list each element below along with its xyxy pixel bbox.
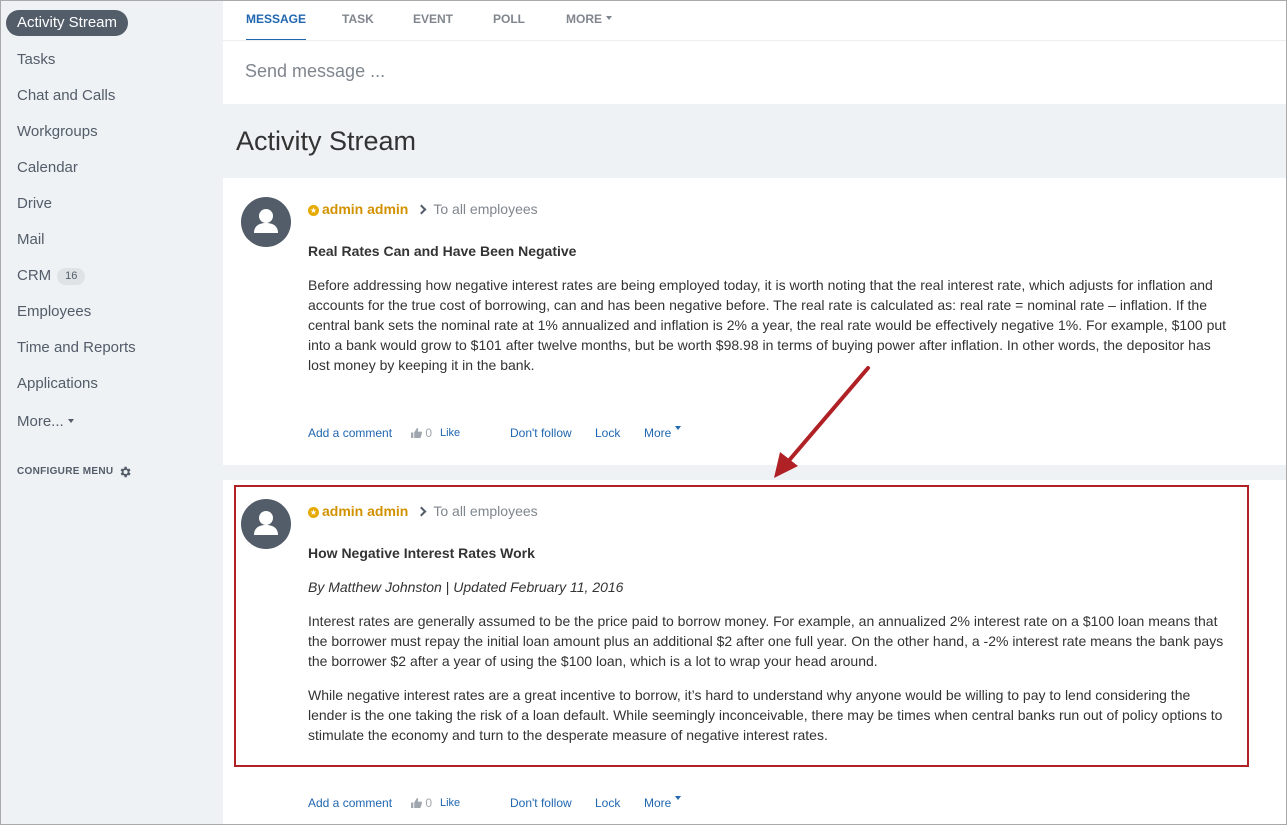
- admin-icon: ★: [308, 205, 319, 216]
- post-paragraph: Before addressing how negative interest …: [308, 277, 1227, 373]
- message-composer: MESSAGE TASK EVENT POLL MORE Send messag…: [223, 1, 1286, 103]
- user-icon: [254, 209, 278, 233]
- post-title: Real Rates Can and Have Been Negative: [308, 243, 577, 259]
- post-author-line: ★ admin admin To all employees: [308, 201, 538, 217]
- post-title: How Negative Interest Rates Work: [308, 545, 535, 561]
- tab-message[interactable]: MESSAGE: [246, 1, 307, 40]
- page-title: Activity Stream: [236, 126, 417, 156]
- sidebar-item-label: CRM: [17, 267, 52, 284]
- like-count: 0: [411, 426, 432, 440]
- chevron-right-icon: [416, 506, 427, 517]
- sidebar-item-mail[interactable]: Mail: [17, 226, 45, 254]
- chevron-down-icon: [675, 796, 682, 800]
- like-button[interactable]: Like: [440, 427, 460, 439]
- lock-link[interactable]: Lock: [595, 796, 620, 810]
- page-header: Activity Stream: [223, 104, 1286, 178]
- sidebar-item-applications[interactable]: Applications: [17, 370, 98, 398]
- counter-badge: 16: [57, 268, 86, 285]
- divider: [223, 40, 1286, 41]
- more-actions-link[interactable]: More: [644, 796, 682, 810]
- feed-post: ★ admin admin To all employees How Negativ…: [223, 480, 1286, 824]
- dont-follow-link[interactable]: Don't follow: [510, 426, 572, 440]
- avatar[interactable]: [241, 197, 291, 247]
- tab-task[interactable]: TASK: [342, 1, 374, 40]
- like-count-value: 0: [425, 796, 433, 810]
- sidebar-item-employees[interactable]: Employees: [17, 298, 91, 326]
- tab-event[interactable]: EVENT: [413, 1, 453, 40]
- byline-separator: |: [441, 579, 454, 595]
- tab-more[interactable]: MORE: [566, 1, 612, 40]
- user-icon: [254, 511, 278, 535]
- divider: [223, 465, 1286, 480]
- send-message-input[interactable]: Send message ...: [245, 61, 385, 82]
- sidebar-item-activity-stream[interactable]: Activity Stream: [6, 10, 129, 36]
- sidebar: Activity Stream Tasks Chat and Calls Wor…: [1, 1, 223, 824]
- chevron-down-icon: [675, 426, 682, 430]
- admin-icon: ★: [308, 507, 319, 518]
- feed-post: ★ admin admin To all employees Real Rates …: [223, 178, 1286, 465]
- tab-poll[interactable]: POLL: [493, 1, 525, 40]
- sidebar-item-tasks[interactable]: Tasks: [17, 46, 55, 74]
- like-count-value: 0: [425, 426, 433, 440]
- author-link[interactable]: admin admin: [322, 201, 408, 217]
- sidebar-item-label: More...: [17, 413, 64, 430]
- tab-label: MORE: [566, 12, 602, 26]
- post-destination: To all employees: [433, 503, 538, 519]
- byline-author: By Matthew Johnston: [308, 579, 442, 595]
- add-comment-link[interactable]: Add a comment: [308, 426, 392, 440]
- sidebar-item-workgroups[interactable]: Workgroups: [17, 118, 98, 146]
- chevron-down-icon: [606, 16, 612, 20]
- post-byline: By Matthew Johnston | Updated February 1…: [308, 579, 623, 595]
- author-link[interactable]: admin admin: [322, 503, 408, 519]
- post-paragraph: While negative interest rates are a grea…: [308, 687, 1223, 743]
- sidebar-item-time-and-reports[interactable]: Time and Reports: [17, 334, 136, 362]
- thumbs-up-icon: [411, 798, 422, 808]
- sidebar-item-chat-and-calls[interactable]: Chat and Calls: [17, 82, 115, 110]
- byline-date: Updated February 11, 2016: [453, 579, 624, 595]
- chevron-right-icon: [416, 204, 427, 215]
- sidebar-item-calendar[interactable]: Calendar: [17, 154, 78, 182]
- like-count: 0: [411, 796, 432, 810]
- chevron-down-icon: [67, 419, 74, 423]
- gear-icon[interactable]: [118, 465, 132, 479]
- sidebar-item-more[interactable]: More...: [17, 408, 74, 436]
- dont-follow-link[interactable]: Don't follow: [510, 796, 572, 810]
- more-label: More: [644, 796, 672, 810]
- more-label: More: [644, 426, 672, 440]
- add-comment-link[interactable]: Add a comment: [308, 796, 392, 810]
- sidebar-item-drive[interactable]: Drive: [17, 190, 52, 218]
- post-destination: To all employees: [433, 201, 538, 217]
- lock-link[interactable]: Lock: [595, 426, 620, 440]
- post-paragraph: Interest rates are generally assumed to …: [308, 613, 1224, 669]
- post-author-line: ★ admin admin To all employees: [308, 503, 538, 519]
- thumbs-up-icon: [411, 428, 422, 438]
- sidebar-item-crm[interactable]: CRM 16: [17, 262, 86, 290]
- configure-menu-button[interactable]: CONFIGURE MENU: [17, 466, 113, 477]
- like-button[interactable]: Like: [440, 797, 460, 809]
- more-actions-link[interactable]: More: [644, 426, 682, 440]
- avatar[interactable]: [241, 499, 291, 549]
